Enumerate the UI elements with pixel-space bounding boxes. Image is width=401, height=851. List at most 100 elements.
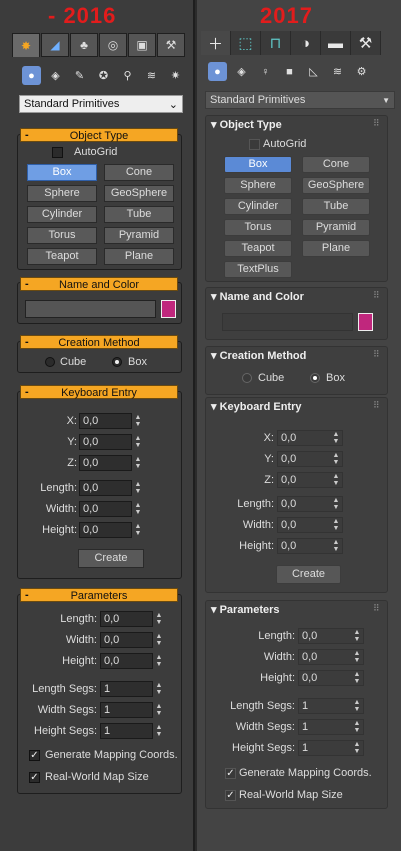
width-spinner[interactable]: 0,0 ▲ ▼ <box>100 632 162 648</box>
box-button[interactable]: Box <box>224 156 292 173</box>
kb-length-spinner[interactable]: 0,0 ▲ ▼ <box>79 480 141 496</box>
keyboard-entry-header[interactable]: ▾ Keyboard Entry <box>211 400 302 413</box>
y-spinner[interactable]: 0,0 ▲ ▼ <box>277 451 343 467</box>
height-spinner[interactable]: 0,0 ▲ ▼ <box>100 653 162 669</box>
kb-width-spinner[interactable]: 0,0 ▲ ▼ <box>277 517 343 533</box>
cube-radio[interactable] <box>242 373 252 383</box>
plane-button[interactable]: Plane <box>302 240 370 257</box>
width-spinner[interactable]: 0,0 ▲ ▼ <box>298 649 364 665</box>
keyboard-entry-header[interactable]: - Keyboard Entry <box>20 385 178 399</box>
cone-button[interactable]: Cone <box>302 156 370 173</box>
create-tab-icon[interactable]: ＋ <box>201 31 231 55</box>
geometry-icon[interactable]: ● <box>22 66 41 85</box>
object-name-field[interactable] <box>25 300 156 318</box>
grip-icon[interactable]: ⠿ <box>373 290 397 301</box>
motion-tab-icon[interactable]: ◎ <box>99 33 127 57</box>
x-spinner[interactable]: 0,0 ▲ ▼ <box>277 430 343 446</box>
z-spinner[interactable]: 0,0 ▲ ▼ <box>277 472 343 488</box>
lights-icon[interactable]: ♀ <box>256 62 275 81</box>
pyramid-button[interactable]: Pyramid <box>104 227 174 244</box>
motion-tab-icon[interactable]: ◑ <box>291 31 321 55</box>
object-name-field[interactable] <box>222 313 353 331</box>
box-radio[interactable] <box>112 357 122 367</box>
helpers-icon[interactable]: ⚲ <box>118 66 137 85</box>
length-segs-spinner[interactable]: 1 ▲ ▼ <box>100 681 162 697</box>
object-color-swatch[interactable] <box>358 313 373 331</box>
kb-width-spinner[interactable]: 0,0 ▲ ▼ <box>79 501 141 517</box>
x-spinner[interactable]: 0,0 ▲ ▼ <box>79 413 141 429</box>
kb-length-spinner[interactable]: 0,0 ▲ ▼ <box>277 496 343 512</box>
autogrid-checkbox[interactable] <box>249 139 260 150</box>
genmap-checkbox[interactable]: ✓ <box>29 750 40 761</box>
modify-tab-icon[interactable]: ◢ <box>41 33 69 57</box>
teapot-button[interactable]: Teapot <box>224 240 292 257</box>
pyramid-button[interactable]: Pyramid <box>302 219 370 236</box>
hierarchy-tab-icon[interactable]: ♣ <box>70 33 98 57</box>
create-button[interactable]: Create <box>276 565 341 584</box>
creation-method-header[interactable]: - Creation Method <box>20 335 178 349</box>
spacewarps-icon[interactable]: ≋ <box>328 62 347 81</box>
modify-tab-icon[interactable]: ⬚ <box>231 31 261 55</box>
spacewarps-icon[interactable]: ≋ <box>142 66 161 85</box>
tube-button[interactable]: Tube <box>104 206 174 223</box>
lights-icon[interactable]: ✎ <box>70 66 89 85</box>
z-spinner[interactable]: 0,0 ▲ ▼ <box>79 455 141 471</box>
tube-button[interactable]: Tube <box>302 198 370 215</box>
cameras-icon[interactable]: ■ <box>280 62 299 81</box>
object-type-header[interactable]: - Object Type <box>20 128 178 142</box>
object-color-swatch[interactable] <box>161 300 176 318</box>
primitive-type-dropdown[interactable]: Standard Primitives ▼ <box>205 91 395 109</box>
grip-icon[interactable]: ⠿ <box>373 400 397 411</box>
create-tab-icon[interactable]: ✸ <box>12 33 40 57</box>
height-segs-spinner[interactable]: 1 ▲ ▼ <box>100 723 162 739</box>
sphere-button[interactable]: Sphere <box>27 185 97 202</box>
torus-button[interactable]: Torus <box>224 219 292 236</box>
display-tab-icon[interactable]: ▬ <box>321 31 351 55</box>
cube-radio[interactable] <box>45 357 55 367</box>
name-color-header[interactable]: - Name and Color <box>20 277 178 291</box>
length-segs-spinner[interactable]: 1 ▲ ▼ <box>298 698 364 714</box>
teapot-button[interactable]: Teapot <box>27 248 97 265</box>
length-spinner[interactable]: 0,0 ▲ ▼ <box>298 628 364 644</box>
grip-icon[interactable]: ⠿ <box>373 603 397 614</box>
box-radio[interactable] <box>310 373 320 383</box>
geosphere-button[interactable]: GeoSphere <box>104 185 174 202</box>
cameras-icon[interactable]: ✪ <box>94 66 113 85</box>
genmap-checkbox[interactable]: ✓ <box>225 768 236 779</box>
utilities-tab-icon[interactable]: ⚒ <box>351 31 381 55</box>
torus-button[interactable]: Torus <box>27 227 97 244</box>
geosphere-button[interactable]: GeoSphere <box>302 177 370 194</box>
create-button[interactable]: Create <box>78 549 144 568</box>
plane-button[interactable]: Plane <box>104 248 174 265</box>
object-type-header[interactable]: ▾ Object Type <box>211 118 282 131</box>
systems-icon[interactable]: ✷ <box>166 66 185 85</box>
name-color-header[interactable]: ▾ Name and Color <box>211 290 304 303</box>
cylinder-button[interactable]: Cylinder <box>27 206 97 223</box>
length-spinner[interactable]: 0,0 ▲ ▼ <box>100 611 162 627</box>
geometry-icon[interactable]: ● <box>208 62 227 81</box>
display-tab-icon[interactable]: ▣ <box>128 33 156 57</box>
systems-icon[interactable]: ⚙ <box>352 62 371 81</box>
kb-height-spinner[interactable]: 0,0 ▲ ▼ <box>79 522 141 538</box>
height-segs-spinner[interactable]: 1 ▲ ▼ <box>298 740 364 756</box>
height-spinner[interactable]: 0,0 ▲ ▼ <box>298 670 364 686</box>
primitive-type-dropdown[interactable]: Standard Primitives ⌄ <box>19 95 183 113</box>
textplus-button[interactable]: TextPlus <box>224 261 292 278</box>
y-spinner[interactable]: 0,0 ▲ ▼ <box>79 434 141 450</box>
realworld-checkbox[interactable]: ✓ <box>29 772 40 783</box>
parameters-header[interactable]: - Parameters <box>20 588 178 602</box>
shapes-icon[interactable]: ◈ <box>232 62 251 81</box>
grip-icon[interactable]: ⠿ <box>373 349 397 360</box>
width-segs-spinner[interactable]: 1 ▲ ▼ <box>298 719 364 735</box>
shapes-icon[interactable]: ◈ <box>46 66 65 85</box>
realworld-checkbox[interactable]: ✓ <box>225 790 236 801</box>
parameters-header[interactable]: ▾ Parameters <box>211 603 280 616</box>
autogrid-checkbox[interactable] <box>52 147 63 158</box>
kb-height-spinner[interactable]: 0,0 ▲ ▼ <box>277 538 343 554</box>
helpers-icon[interactable]: ◺ <box>304 62 323 81</box>
creation-method-header[interactable]: ▾ Creation Method <box>211 349 306 362</box>
cylinder-button[interactable]: Cylinder <box>224 198 292 215</box>
width-segs-spinner[interactable]: 1 ▲ ▼ <box>100 702 162 718</box>
grip-icon[interactable]: ⠿ <box>373 118 397 129</box>
hierarchy-tab-icon[interactable]: ⊓ <box>261 31 291 55</box>
